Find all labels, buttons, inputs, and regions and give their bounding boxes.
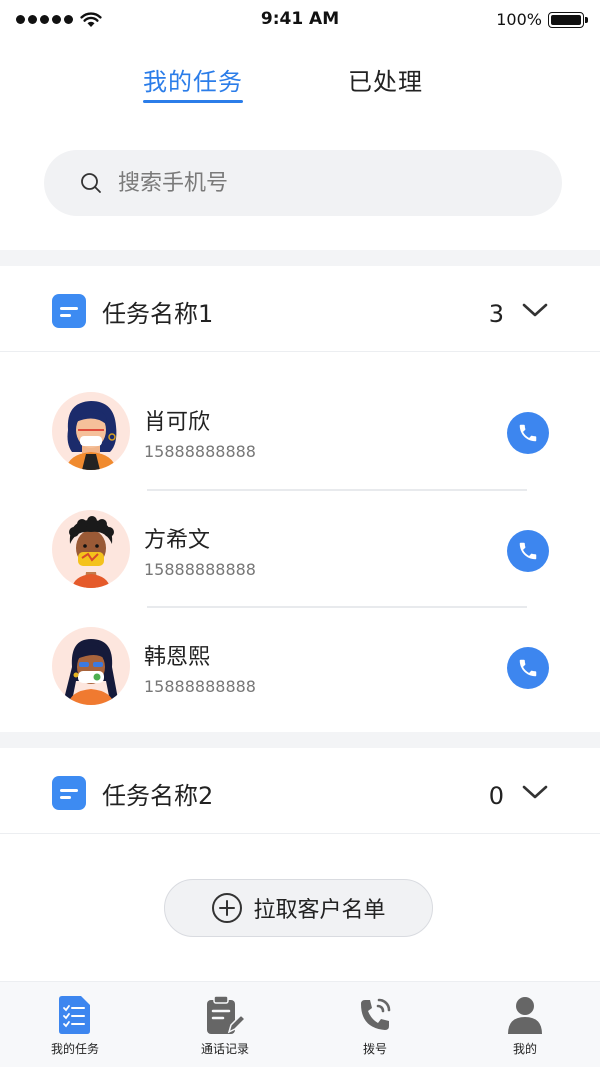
task-group-header-1[interactable]: 任务名称1 3 xyxy=(0,266,600,352)
status-bar: 9:41 AM 100% xyxy=(0,0,600,40)
nav-my-tasks[interactable]: 我的任务 xyxy=(0,982,150,1067)
avatar xyxy=(52,392,130,470)
task-group-count: 3 xyxy=(488,300,504,328)
contact-row[interactable]: 韩恩熙 15888888888 xyxy=(0,607,600,724)
task-doc-icon xyxy=(52,294,86,328)
call-button[interactable] xyxy=(507,530,549,572)
task-list-icon xyxy=(59,996,90,1034)
contact-phone: 15888888888 xyxy=(144,560,256,579)
dial-icon xyxy=(361,998,391,1030)
contact-name: 肖可欣 xyxy=(144,410,211,435)
active-tab-indicator xyxy=(143,100,243,103)
section-gap xyxy=(0,250,600,266)
pull-customer-list-label: 拉取客户名单 xyxy=(253,898,386,923)
tab-bar: 我的任务 已处理 xyxy=(0,62,600,112)
avatar xyxy=(52,510,130,588)
task-group-count: 0 xyxy=(488,782,504,810)
contact-phone: 15888888888 xyxy=(144,677,256,696)
nav-dial-label: 拨号 xyxy=(362,1042,387,1056)
section-gap xyxy=(0,732,600,748)
task-group-title: 任务名称1 xyxy=(102,300,214,328)
nav-me-label: 我的 xyxy=(512,1042,537,1056)
phone-icon xyxy=(519,424,537,442)
tab-processed[interactable]: 已处理 xyxy=(348,62,423,97)
pull-customer-list-button[interactable]: 拉取客户名单 xyxy=(164,879,433,937)
task-group-header-2[interactable]: 任务名称2 0 xyxy=(0,748,600,834)
search-bar xyxy=(44,150,562,216)
call-button[interactable] xyxy=(507,412,549,454)
tab-my-tasks-label: 我的任务 xyxy=(143,68,243,96)
call-button[interactable] xyxy=(507,647,549,689)
user-icon xyxy=(508,997,542,1034)
contact-row[interactable]: 肖可欣 15888888888 xyxy=(0,372,600,489)
nav-my-tasks-label: 我的任务 xyxy=(50,1042,99,1056)
contact-name: 韩恩熙 xyxy=(144,645,211,670)
chevron-down-icon[interactable] xyxy=(522,784,548,800)
nav-call-records-label: 通话记录 xyxy=(200,1042,249,1056)
nav-call-records[interactable]: 通话记录 xyxy=(150,982,300,1067)
search-input[interactable] xyxy=(118,170,498,196)
tab-my-tasks[interactable]: 我的任务 xyxy=(143,62,243,103)
avatar xyxy=(52,627,130,705)
plus-circle-icon xyxy=(212,893,243,923)
contact-name: 方希文 xyxy=(144,528,211,553)
task-doc-icon xyxy=(52,776,86,810)
call-record-icon xyxy=(207,996,245,1034)
search-icon xyxy=(81,173,101,193)
chevron-down-icon[interactable] xyxy=(522,302,548,318)
phone-icon xyxy=(519,659,537,677)
contact-row[interactable]: 方希文 15888888888 xyxy=(0,490,600,607)
nav-me[interactable]: 我的 xyxy=(450,982,600,1067)
contact-phone: 15888888888 xyxy=(144,442,256,461)
battery-percent: 100% xyxy=(496,10,542,29)
battery-icon xyxy=(548,12,588,28)
phone-icon xyxy=(519,542,537,560)
nav-dial[interactable]: 拨号 xyxy=(300,982,450,1067)
task-group-title: 任务名称2 xyxy=(102,782,214,810)
tab-processed-label: 已处理 xyxy=(348,68,423,96)
bottom-nav: 我的任务 通话记录 拨号 我的 xyxy=(0,981,600,1067)
